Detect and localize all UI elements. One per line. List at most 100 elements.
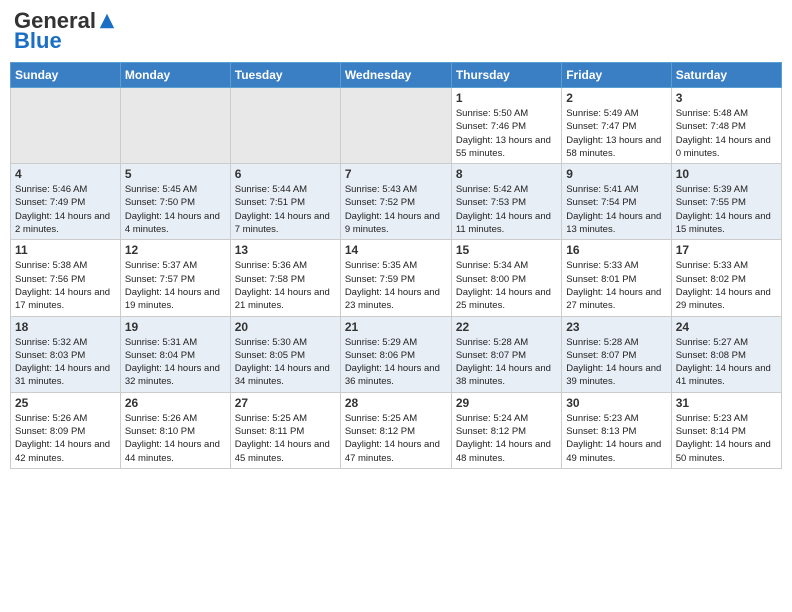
day-number: 28 (345, 396, 447, 410)
day-number: 15 (456, 243, 557, 257)
calendar-day-cell: 11 Sunrise: 5:38 AMSunset: 7:56 PMDayligh… (11, 240, 121, 316)
page-header: General Blue (10, 10, 782, 54)
calendar-day-cell: 17 Sunrise: 5:33 AMSunset: 8:02 PMDayligh… (671, 240, 781, 316)
day-number: 22 (456, 320, 557, 334)
day-sun-info: Sunrise: 5:44 AMSunset: 7:51 PMDaylight:… (235, 183, 336, 236)
day-sun-info: Sunrise: 5:25 AMSunset: 8:12 PMDaylight:… (345, 412, 447, 465)
day-of-week-header: Saturday (671, 63, 781, 88)
day-of-week-header: Friday (562, 63, 671, 88)
calendar-day-cell: 2Sunrise: 5:49 AMSunset: 7:47 PMDaylight… (562, 88, 671, 164)
day-sun-info: Sunrise: 5:34 AMSunset: 8:00 PMDaylight:… (456, 259, 557, 312)
calendar-day-cell: 24Sunrise: 5:27 AMSunset: 8:08 PMDayligh… (671, 316, 781, 392)
calendar-day-cell: 29 Sunrise: 5:24 AMSunset: 8:12 PMDayligh… (451, 392, 561, 468)
day-sun-info: Sunrise: 5:28 AMSunset: 8:07 PMDaylight:… (566, 336, 666, 389)
calendar-day-cell: 6 Sunrise: 5:44 AMSunset: 7:51 PMDaylight… (230, 164, 340, 240)
calendar-day-cell: 19 Sunrise: 5:31 AMSunset: 8:04 PMDayligh… (120, 316, 230, 392)
day-of-week-header: Wednesday (340, 63, 451, 88)
calendar-day-cell (230, 88, 340, 164)
day-number: 12 (125, 243, 226, 257)
day-sun-info: Sunrise: 5:43 AMSunset: 7:52 PMDaylight:… (345, 183, 447, 236)
day-of-week-header: Sunday (11, 63, 121, 88)
day-number: 5 (125, 167, 226, 181)
day-number: 30 (566, 396, 666, 410)
day-number: 11 (15, 243, 116, 257)
day-sun-info: Sunrise: 5:28 AMSunset: 8:07 PMDaylight:… (456, 336, 557, 389)
calendar-day-cell: 31 Sunrise: 5:23 AMSunset: 8:14 PMDayligh… (671, 392, 781, 468)
day-sun-info: Sunrise: 5:46 AMSunset: 7:49 PMDaylight:… (15, 183, 116, 236)
day-sun-info: Sunrise: 5:25 AMSunset: 8:11 PMDaylight:… (235, 412, 336, 465)
day-sun-info: Sunrise: 5:29 AMSunset: 8:06 PMDaylight:… (345, 336, 447, 389)
calendar-day-cell: 10 Sunrise: 5:39 AMSunset: 7:55 PMDayligh… (671, 164, 781, 240)
calendar-day-cell: 28 Sunrise: 5:25 AMSunset: 8:12 PMDayligh… (340, 392, 451, 468)
calendar-day-cell: 21 Sunrise: 5:29 AMSunset: 8:06 PMDayligh… (340, 316, 451, 392)
calendar-day-cell: 8 Sunrise: 5:42 AMSunset: 7:53 PMDaylight… (451, 164, 561, 240)
day-sun-info: Sunrise: 5:33 AMSunset: 8:01 PMDaylight:… (566, 259, 666, 312)
calendar-day-cell: 20Sunrise: 5:30 AMSunset: 8:05 PMDayligh… (230, 316, 340, 392)
calendar-day-cell: 27 Sunrise: 5:25 AMSunset: 8:11 PMDayligh… (230, 392, 340, 468)
day-number: 9 (566, 167, 666, 181)
calendar-day-cell (11, 88, 121, 164)
day-sun-info: Sunrise: 5:32 AMSunset: 8:03 PMDaylight:… (15, 336, 116, 389)
day-number: 10 (676, 167, 777, 181)
day-number: 16 (566, 243, 666, 257)
calendar-day-cell: 15 Sunrise: 5:34 AMSunset: 8:00 PMDayligh… (451, 240, 561, 316)
day-number: 19 (125, 320, 226, 334)
logo-blue-text: Blue (14, 28, 62, 54)
day-number: 18 (15, 320, 116, 334)
day-of-week-header: Tuesday (230, 63, 340, 88)
logo-icon (98, 12, 116, 30)
day-sun-info: Sunrise: 5:42 AMSunset: 7:53 PMDaylight:… (456, 183, 557, 236)
day-number: 8 (456, 167, 557, 181)
day-sun-info: Sunrise: 5:31 AMSunset: 8:04 PMDaylight:… (125, 336, 226, 389)
calendar-day-cell: 4 Sunrise: 5:46 AMSunset: 7:49 PMDaylight… (11, 164, 121, 240)
calendar-day-cell: 5 Sunrise: 5:45 AMSunset: 7:50 PMDaylight… (120, 164, 230, 240)
calendar-day-cell: 16 Sunrise: 5:33 AMSunset: 8:01 PMDayligh… (562, 240, 671, 316)
day-sun-info: Sunrise: 5:23 AMSunset: 8:14 PMDaylight:… (676, 412, 777, 465)
day-number: 27 (235, 396, 336, 410)
logo: General Blue (14, 10, 116, 54)
day-number: 7 (345, 167, 447, 181)
calendar-week-row: 25Sunrise: 5:26 AMSunset: 8:09 PMDayligh… (11, 392, 782, 468)
day-number: 3 (676, 91, 777, 105)
day-number: 21 (345, 320, 447, 334)
day-sun-info: Sunrise: 5:36 AMSunset: 7:58 PMDaylight:… (235, 259, 336, 312)
day-number: 23 (566, 320, 666, 334)
calendar-table: SundayMondayTuesdayWednesdayThursdayFrid… (10, 62, 782, 469)
day-number: 17 (676, 243, 777, 257)
day-number: 4 (15, 167, 116, 181)
day-sun-info: Sunrise: 5:37 AMSunset: 7:57 PMDaylight:… (125, 259, 226, 312)
calendar-week-row: 4 Sunrise: 5:46 AMSunset: 7:49 PMDaylight… (11, 164, 782, 240)
calendar-day-cell: 14 Sunrise: 5:35 AMSunset: 7:59 PMDayligh… (340, 240, 451, 316)
day-sun-info: Sunrise: 5:41 AMSunset: 7:54 PMDaylight:… (566, 183, 666, 236)
day-number: 29 (456, 396, 557, 410)
day-number: 25 (15, 396, 116, 410)
calendar-header-row: SundayMondayTuesdayWednesdayThursdayFrid… (11, 63, 782, 88)
day-sun-info: Sunrise: 5:48 AMSunset: 7:48 PMDaylight:… (676, 107, 777, 160)
day-number: 14 (345, 243, 447, 257)
day-sun-info: Sunrise: 5:45 AMSunset: 7:50 PMDaylight:… (125, 183, 226, 236)
day-sun-info: Sunrise: 5:35 AMSunset: 7:59 PMDaylight:… (345, 259, 447, 312)
calendar-week-row: 18 Sunrise: 5:32 AMSunset: 8:03 PMDayligh… (11, 316, 782, 392)
calendar-day-cell: 18 Sunrise: 5:32 AMSunset: 8:03 PMDayligh… (11, 316, 121, 392)
calendar-day-cell: 23 Sunrise: 5:28 AMSunset: 8:07 PMDayligh… (562, 316, 671, 392)
day-of-week-header: Thursday (451, 63, 561, 88)
calendar-day-cell: 13 Sunrise: 5:36 AMSunset: 7:58 PMDayligh… (230, 240, 340, 316)
day-sun-info: Sunrise: 5:33 AMSunset: 8:02 PMDaylight:… (676, 259, 777, 312)
calendar-day-cell: 30 Sunrise: 5:23 AMSunset: 8:13 PMDayligh… (562, 392, 671, 468)
day-sun-info: Sunrise: 5:39 AMSunset: 7:55 PMDaylight:… (676, 183, 777, 236)
day-number: 1 (456, 91, 557, 105)
day-sun-info: Sunrise: 5:24 AMSunset: 8:12 PMDaylight:… (456, 412, 557, 465)
calendar-day-cell (120, 88, 230, 164)
calendar-day-cell: 22 Sunrise: 5:28 AMSunset: 8:07 PMDayligh… (451, 316, 561, 392)
calendar-day-cell (340, 88, 451, 164)
day-sun-info: Sunrise: 5:38 AMSunset: 7:56 PMDaylight:… (15, 259, 116, 312)
calendar-day-cell: 25Sunrise: 5:26 AMSunset: 8:09 PMDayligh… (11, 392, 121, 468)
day-number: 13 (235, 243, 336, 257)
calendar-day-cell: 12 Sunrise: 5:37 AMSunset: 7:57 PMDayligh… (120, 240, 230, 316)
day-number: 31 (676, 396, 777, 410)
day-sun-info: Sunrise: 5:23 AMSunset: 8:13 PMDaylight:… (566, 412, 666, 465)
day-number: 26 (125, 396, 226, 410)
day-number: 6 (235, 167, 336, 181)
day-number: 2 (566, 91, 666, 105)
day-number: 24 (676, 320, 777, 334)
